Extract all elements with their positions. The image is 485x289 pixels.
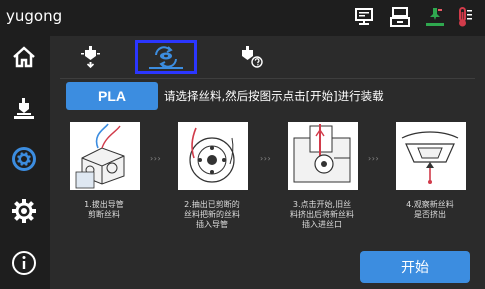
step-1-caption: 1.拔出导管 剪断丝料 — [84, 200, 124, 219]
extruder-help-icon — [242, 46, 263, 68]
start-button[interactable]: 开始 — [360, 251, 470, 283]
settings-icon[interactable] — [9, 196, 39, 226]
step-2: 2.抽出已剪断的 丝料把新的丝料 插入导管 — [170, 118, 254, 230]
printer-icon[interactable] — [389, 6, 411, 28]
step-arrow-3: › › › — [368, 154, 379, 163]
load-filament-tab[interactable] — [135, 40, 197, 74]
home-icon[interactable] — [9, 42, 39, 72]
step-3: 3.点击开始,旧丝 料挤出后将新丝料 插入进丝口 — [280, 118, 364, 230]
extrude-tab[interactable] — [60, 40, 122, 74]
extrude-icon — [81, 46, 100, 69]
monitor-icon[interactable] — [353, 6, 375, 28]
extruder-icon[interactable] — [9, 94, 39, 124]
filament-icon[interactable] — [9, 144, 39, 174]
info-icon[interactable] — [9, 248, 39, 278]
filament-load-icon — [155, 46, 177, 68]
extrude-help-tab[interactable] — [220, 40, 282, 74]
tab-divider — [60, 78, 475, 79]
app-title: yugong — [6, 7, 63, 25]
step-3-caption: 3.点击开始,旧丝 料挤出后将新丝料 插入进丝口 — [290, 200, 354, 229]
step-4-caption: 4.观察新丝料 是否挤出 — [406, 200, 454, 219]
thermometer-icon[interactable] — [455, 6, 477, 28]
instruction-text: 请选择丝料,然后按图示点击[开始]进行装载 — [164, 89, 384, 103]
material-select-button[interactable]: PLA — [66, 82, 158, 110]
step-2-caption: 2.抽出已剪断的 丝料把新的丝料 插入导管 — [184, 200, 240, 229]
active-tab-underline — [149, 67, 183, 69]
step-2-illustration — [178, 122, 248, 190]
top-bar: yugong — [0, 0, 485, 36]
step-4-illustration — [396, 122, 466, 190]
sidebar — [0, 36, 50, 289]
main-panel: PLA 请选择丝料,然后按图示点击[开始]进行装载 1.拔出导管 剪断丝料 › … — [50, 36, 485, 289]
step-arrow-2: › › › — [260, 154, 271, 163]
step-1-illustration — [70, 122, 140, 190]
step-3-illustration — [288, 122, 358, 190]
nozzle-status-icon[interactable] — [424, 6, 446, 28]
step-arrow-1: › › › — [150, 154, 161, 163]
step-1: 1.拔出导管 剪断丝料 — [62, 118, 146, 220]
step-4: 4.观察新丝料 是否挤出 — [388, 118, 472, 220]
